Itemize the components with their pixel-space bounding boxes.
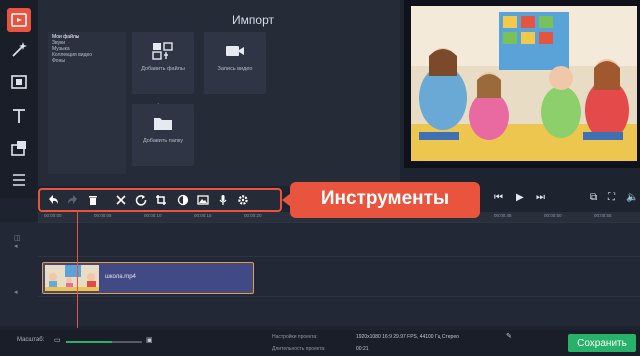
delete-icon[interactable]: [86, 193, 100, 207]
add-files-label: Добавить файлы: [141, 66, 185, 72]
undo-icon[interactable]: [46, 193, 60, 207]
ruler-tick: 00:00:55: [594, 213, 612, 218]
ruler-tick: 00:00:20: [244, 213, 262, 218]
image-icon[interactable]: [196, 193, 210, 207]
overlay-track[interactable]: [38, 222, 640, 256]
save-button[interactable]: Сохранить: [568, 334, 636, 352]
gear-icon[interactable]: [236, 193, 250, 207]
player-controls: ⏮ ▶ ⏭: [488, 190, 568, 208]
category-backgrounds[interactable]: Фоны: [48, 58, 126, 64]
add-folder-button[interactable]: Добавить папку: [132, 104, 194, 166]
magic-wand-icon[interactable]: [7, 38, 31, 62]
split-icon[interactable]: [114, 193, 128, 207]
ruler-tick: 00:00:10: [144, 213, 162, 218]
zoom-out-icon[interactable]: ▭: [54, 336, 61, 344]
ruler-tick: 00:00:05: [94, 213, 112, 218]
microphone-icon[interactable]: [216, 193, 230, 207]
preview-frame-image: [411, 6, 637, 161]
record-video-button[interactable]: Запись видео: [204, 32, 266, 94]
clip-thumbnail: [45, 265, 99, 291]
clip-filename: школа.mp4: [105, 274, 136, 280]
project-settings-label: Настройки проекта:: [272, 334, 318, 340]
track-mute-icon[interactable]: ◂: [14, 288, 18, 296]
ruler-tick: 00:00:00: [44, 213, 62, 218]
import-category-list: Мои файлы Звуки Музыка Коллекция видео Ф…: [48, 32, 126, 174]
transitions-icon[interactable]: [7, 70, 31, 94]
clip-tools-toolbar: [38, 188, 282, 212]
preview-options: ⧉ ⛶ 🔈: [586, 190, 640, 208]
project-duration-label: Длительность проекта:: [272, 346, 326, 352]
folder-icon: [154, 118, 172, 130]
ruler-tick: 00:00:50: [544, 213, 562, 218]
record-video-label: Запись видео: [217, 66, 253, 72]
clip-export-icon[interactable]: [7, 136, 31, 160]
tools-callout: Инструменты: [290, 182, 480, 218]
add-files-button[interactable]: Добавить файлы: [132, 32, 194, 94]
import-icon[interactable]: [7, 8, 31, 32]
left-tool-rail: [0, 0, 38, 198]
project-duration-value: 00:21: [356, 346, 369, 352]
ruler-tick: 00:00:15: [194, 213, 212, 218]
zoom-in-icon[interactable]: ▣: [146, 336, 153, 344]
ruler-tick: 00:00:45: [494, 213, 512, 218]
color-adjust-icon[interactable]: [176, 193, 190, 207]
video-preview: [404, 0, 640, 168]
zoom-slider-fill: [66, 341, 112, 343]
status-bar: Масштаб: ▭ ▣ Настройки проекта: 1920x108…: [0, 330, 640, 356]
import-panel: Импорт Мои файлы Звуки Музыка Коллекция …: [38, 0, 400, 186]
list-icon[interactable]: [7, 168, 31, 192]
scale-label: Масштаб:: [17, 337, 45, 343]
project-settings-value: 1920x1080 16:9 29.97 FPS, 44100 Гц Стере…: [356, 334, 459, 340]
text-icon[interactable]: [7, 104, 31, 128]
video-editor-window: Импорт Мои файлы Звуки Музыка Коллекция …: [0, 0, 640, 356]
add-files-icon: [152, 42, 173, 60]
volume-icon[interactable]: 🔈: [626, 192, 638, 203]
next-icon[interactable]: ⏭: [536, 192, 545, 203]
rotate-icon[interactable]: [134, 193, 148, 207]
add-folder-label: Добавить папку: [142, 138, 184, 144]
track-mute-icon[interactable]: ◂: [14, 242, 18, 250]
zoom-slider[interactable]: [66, 341, 142, 343]
import-panel-title: Импорт: [232, 13, 274, 27]
crop-icon[interactable]: [154, 193, 168, 207]
audio-track[interactable]: [38, 296, 640, 326]
timeline-clip[interactable]: школа.mp4: [42, 262, 254, 294]
previous-icon[interactable]: ⏮: [494, 192, 503, 203]
detach-preview-icon[interactable]: ⧉: [590, 192, 597, 203]
track-visibility-icon[interactable]: ◫: [14, 234, 21, 242]
play-icon[interactable]: ▶: [516, 192, 524, 203]
camera-icon: [226, 46, 244, 56]
callout-text: Инструменты: [320, 188, 450, 209]
playhead[interactable]: [77, 212, 78, 328]
edit-settings-icon[interactable]: ✎: [506, 332, 512, 340]
redo-icon[interactable]: [66, 193, 80, 207]
fullscreen-icon[interactable]: ⛶: [608, 192, 615, 203]
